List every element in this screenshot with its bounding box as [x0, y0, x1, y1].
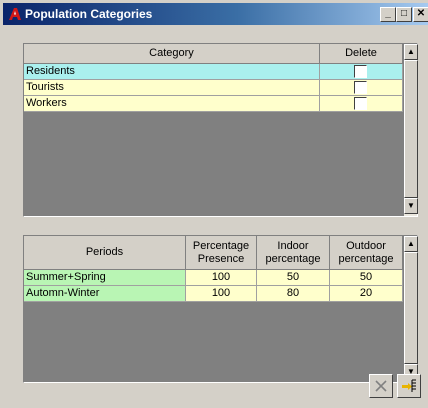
- close-button[interactable]: ✕: [413, 7, 428, 22]
- delete-column-header[interactable]: Delete: [320, 44, 403, 64]
- window-title: Population Categories: [25, 7, 153, 21]
- indoor-value-cell[interactable]: 50: [257, 270, 330, 286]
- category-row[interactable]: Workers: [24, 96, 403, 112]
- presence-value-cell[interactable]: 100: [186, 286, 257, 302]
- indoor-percentage-column-header[interactable]: Indoor percentage: [257, 236, 330, 270]
- delete-checkbox[interactable]: [354, 81, 367, 94]
- categories-scrollbar[interactable]: ▲ ▼: [404, 44, 418, 216]
- scroll-thumb[interactable]: [404, 252, 418, 364]
- indoor-value-cell[interactable]: 80: [257, 286, 330, 302]
- period-row[interactable]: Summer+Spring 100 50 50: [24, 270, 403, 286]
- delete-cell: [320, 64, 403, 80]
- scroll-up-arrow-icon[interactable]: ▲: [404, 236, 418, 252]
- presence-value-cell[interactable]: 100: [186, 270, 257, 286]
- category-row[interactable]: Tourists: [24, 80, 403, 96]
- percentage-presence-column-header[interactable]: Percentage Presence: [186, 236, 257, 270]
- population-categories-window: Population Categories _ □ ✕ Category Del…: [0, 0, 428, 408]
- period-name-cell[interactable]: Summer+Spring: [24, 270, 186, 286]
- delete-cell: [320, 80, 403, 96]
- outdoor-value-cell[interactable]: 50: [330, 270, 403, 286]
- scroll-up-arrow-icon[interactable]: ▲: [404, 44, 418, 60]
- delete-button[interactable]: [369, 374, 393, 398]
- minimize-button[interactable]: _: [380, 7, 396, 22]
- delete-checkbox[interactable]: [354, 65, 367, 78]
- category-name-cell[interactable]: Residents: [24, 64, 320, 80]
- periods-header-row: Periods Percentage Presence Indoor perce…: [24, 236, 403, 270]
- delete-cell: [320, 96, 403, 112]
- outdoor-percentage-column-header[interactable]: Outdoor percentage: [330, 236, 403, 270]
- categories-header-row: Category Delete: [24, 44, 403, 64]
- period-name-cell[interactable]: Automn-Winter: [24, 286, 186, 302]
- app-logo-icon: [9, 8, 21, 20]
- category-column-header[interactable]: Category: [24, 44, 320, 64]
- period-row[interactable]: Automn-Winter 100 80 20: [24, 286, 403, 302]
- periods-column-header[interactable]: Periods: [24, 236, 186, 270]
- outdoor-value-cell[interactable]: 20: [330, 286, 403, 302]
- apply-button[interactable]: [397, 374, 421, 398]
- categories-grid: Category Delete Residents Tourists Workers…: [23, 43, 418, 217]
- periods-grid: Periods Percentage Presence Indoor perce…: [23, 235, 418, 383]
- category-row[interactable]: Residents: [24, 64, 403, 80]
- periods-scrollbar[interactable]: ▲ ▼: [404, 236, 418, 382]
- title-bar[interactable]: Population Categories _ □ ✕: [3, 3, 428, 25]
- category-name-cell[interactable]: Workers: [24, 96, 320, 112]
- delete-checkbox[interactable]: [354, 97, 367, 110]
- scroll-thumb[interactable]: [404, 60, 418, 198]
- category-name-cell[interactable]: Tourists: [24, 80, 320, 96]
- delete-x-icon: [375, 380, 387, 392]
- apply-icon: [402, 379, 416, 392]
- maximize-button[interactable]: □: [396, 7, 412, 22]
- scroll-down-arrow-icon[interactable]: ▼: [404, 198, 418, 214]
